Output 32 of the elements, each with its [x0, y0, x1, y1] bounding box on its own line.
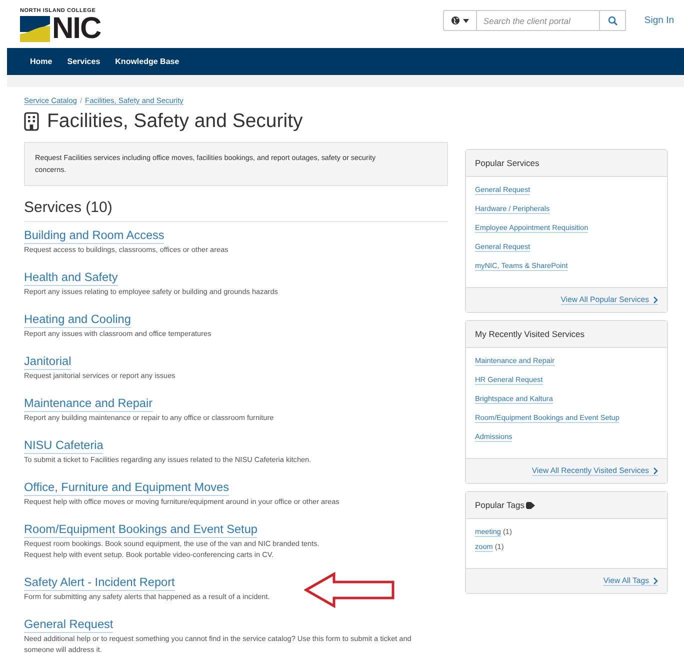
logo-mark-icon [20, 16, 50, 42]
service-title-link[interactable]: Maintenance and Repair [24, 396, 153, 412]
chevron-right-icon [653, 466, 658, 474]
service-title-link[interactable]: Heating and Cooling [24, 312, 131, 328]
service-title-link[interactable]: Room/Equipment Bookings and Event Setup [24, 522, 258, 538]
service-title-link[interactable]: Health and Safety [24, 270, 118, 286]
search-field[interactable]: Search the client portal [476, 10, 600, 31]
search-icon [608, 16, 618, 26]
caret-icon [463, 18, 470, 22]
service-title-link[interactable]: Building and Room Access [24, 228, 164, 244]
service-title-link[interactable]: NISU Cafeteria [24, 438, 104, 454]
tag-icon [526, 502, 536, 508]
service-title-link[interactable]: Janitorial [24, 354, 72, 370]
nav-link[interactable]: Services [67, 57, 100, 66]
services-heading: Services (10) [24, 199, 448, 222]
chevron-right-icon [653, 296, 658, 304]
chevron-right-icon [653, 576, 658, 584]
service-title-link[interactable]: Office, Furniture and Equipment Moves [24, 480, 230, 496]
service-title-link[interactable]: General Request [24, 617, 114, 633]
search-button[interactable] [600, 10, 626, 31]
language-button[interactable] [443, 10, 476, 31]
sign-in-link[interactable]: Sign In [644, 15, 674, 26]
page-title: Facilities, Safety and Security [47, 110, 303, 133]
panel-title: My Recently Visited Services [475, 329, 584, 339]
panel-title: Popular Tags [475, 500, 524, 510]
nav-link[interactable]: Knowledge Base [115, 57, 180, 66]
building-icon [24, 112, 39, 131]
panel-title: Popular Services [475, 158, 540, 168]
nav-link[interactable]: Home [30, 57, 52, 66]
globe-icon [451, 16, 460, 25]
logo-wordmark: NIC [52, 15, 101, 43]
service-title-link[interactable]: Safety Alert - Incident Report [24, 575, 175, 591]
